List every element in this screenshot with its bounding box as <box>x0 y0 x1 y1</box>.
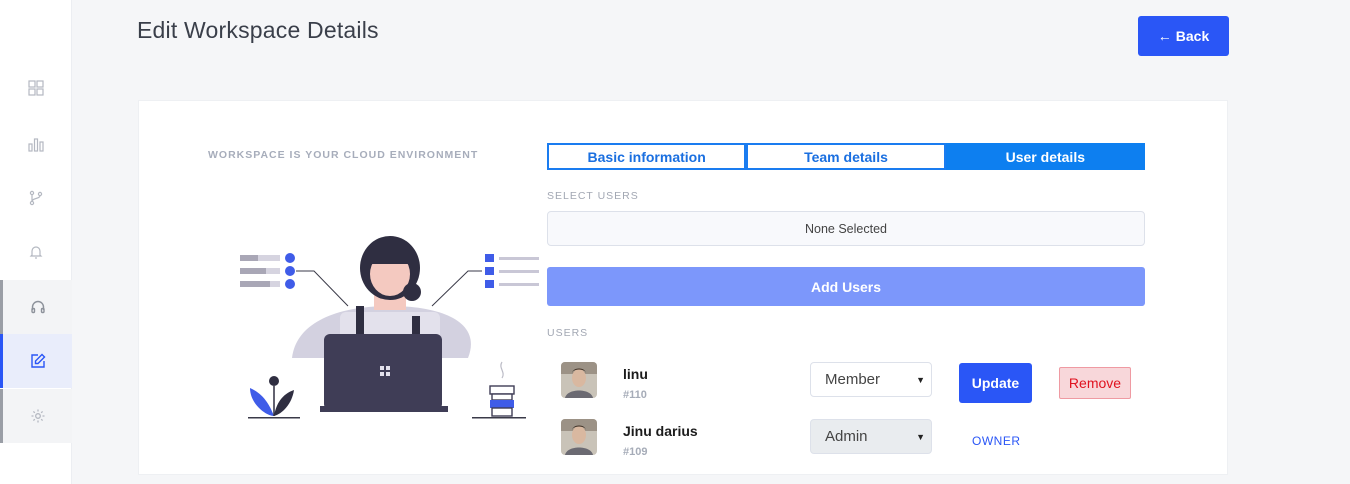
select-users-dropdown[interactable]: None Selected <box>547 211 1145 246</box>
back-button-label: Back <box>1175 28 1210 44</box>
update-button[interactable]: Update <box>959 363 1032 403</box>
sidebar-item-notifications[interactable] <box>0 225 72 279</box>
sidebar-item-branches[interactable] <box>0 171 72 225</box>
edit-icon <box>30 353 45 368</box>
tab-user-details[interactable]: User details <box>945 143 1145 170</box>
role-value: Admin <box>825 428 868 445</box>
workspace-tagline: WORKSPACE IS YOUR CLOUD ENVIRONMENT <box>208 149 479 161</box>
user-name: linu <box>623 366 648 382</box>
role-select[interactable]: Admin ▼ <box>810 419 932 454</box>
user-name: Jinu darius <box>623 423 698 439</box>
role-select[interactable]: Member ▼ <box>810 362 932 397</box>
avatar <box>561 362 597 398</box>
arrow-left-icon: ← <box>1157 28 1172 44</box>
workspace-tabs: Basic information Team details User deta… <box>547 143 1145 170</box>
headphones-icon <box>30 300 45 314</box>
remove-button[interactable]: Remove <box>1059 367 1131 399</box>
workspace-illustration <box>240 236 539 419</box>
sidebar <box>0 0 72 484</box>
coffee-cup-graphic <box>472 361 526 419</box>
tab-team-details[interactable]: Team details <box>746 143 946 170</box>
role-value: Member <box>825 371 881 388</box>
page-title: Edit Workspace Details <box>137 17 379 43</box>
sidebar-item-edit[interactable] <box>0 334 72 388</box>
user-id: #110 <box>623 389 647 401</box>
users-section-label: USERS <box>547 327 589 339</box>
back-button[interactable]: ← Back <box>1138 16 1229 56</box>
avatar <box>561 419 597 455</box>
bar-chart-icon <box>28 138 44 152</box>
select-users-label: SELECT USERS <box>547 190 639 202</box>
sidebar-item-analytics[interactable] <box>0 117 72 171</box>
caret-down-icon: ▼ <box>916 432 925 442</box>
user-id: #109 <box>623 446 648 458</box>
right-list-graphic <box>431 254 539 307</box>
add-users-button[interactable]: Add Users <box>547 267 1145 306</box>
owner-label[interactable]: OWNER <box>972 434 1021 448</box>
person-graphic <box>292 236 471 412</box>
git-branch-icon <box>29 190 43 206</box>
tab-basic-information[interactable]: Basic information <box>547 143 747 170</box>
sidebar-item-settings[interactable] <box>0 389 72 443</box>
left-list-graphic <box>240 253 349 307</box>
bell-icon <box>29 246 43 259</box>
caret-down-icon: ▼ <box>916 375 925 385</box>
settings-icon <box>31 409 44 423</box>
grid-icon <box>28 80 44 96</box>
sidebar-item-support[interactable] <box>0 280 72 334</box>
plant-graphic <box>248 376 300 419</box>
sidebar-item-dashboard[interactable] <box>0 61 72 115</box>
